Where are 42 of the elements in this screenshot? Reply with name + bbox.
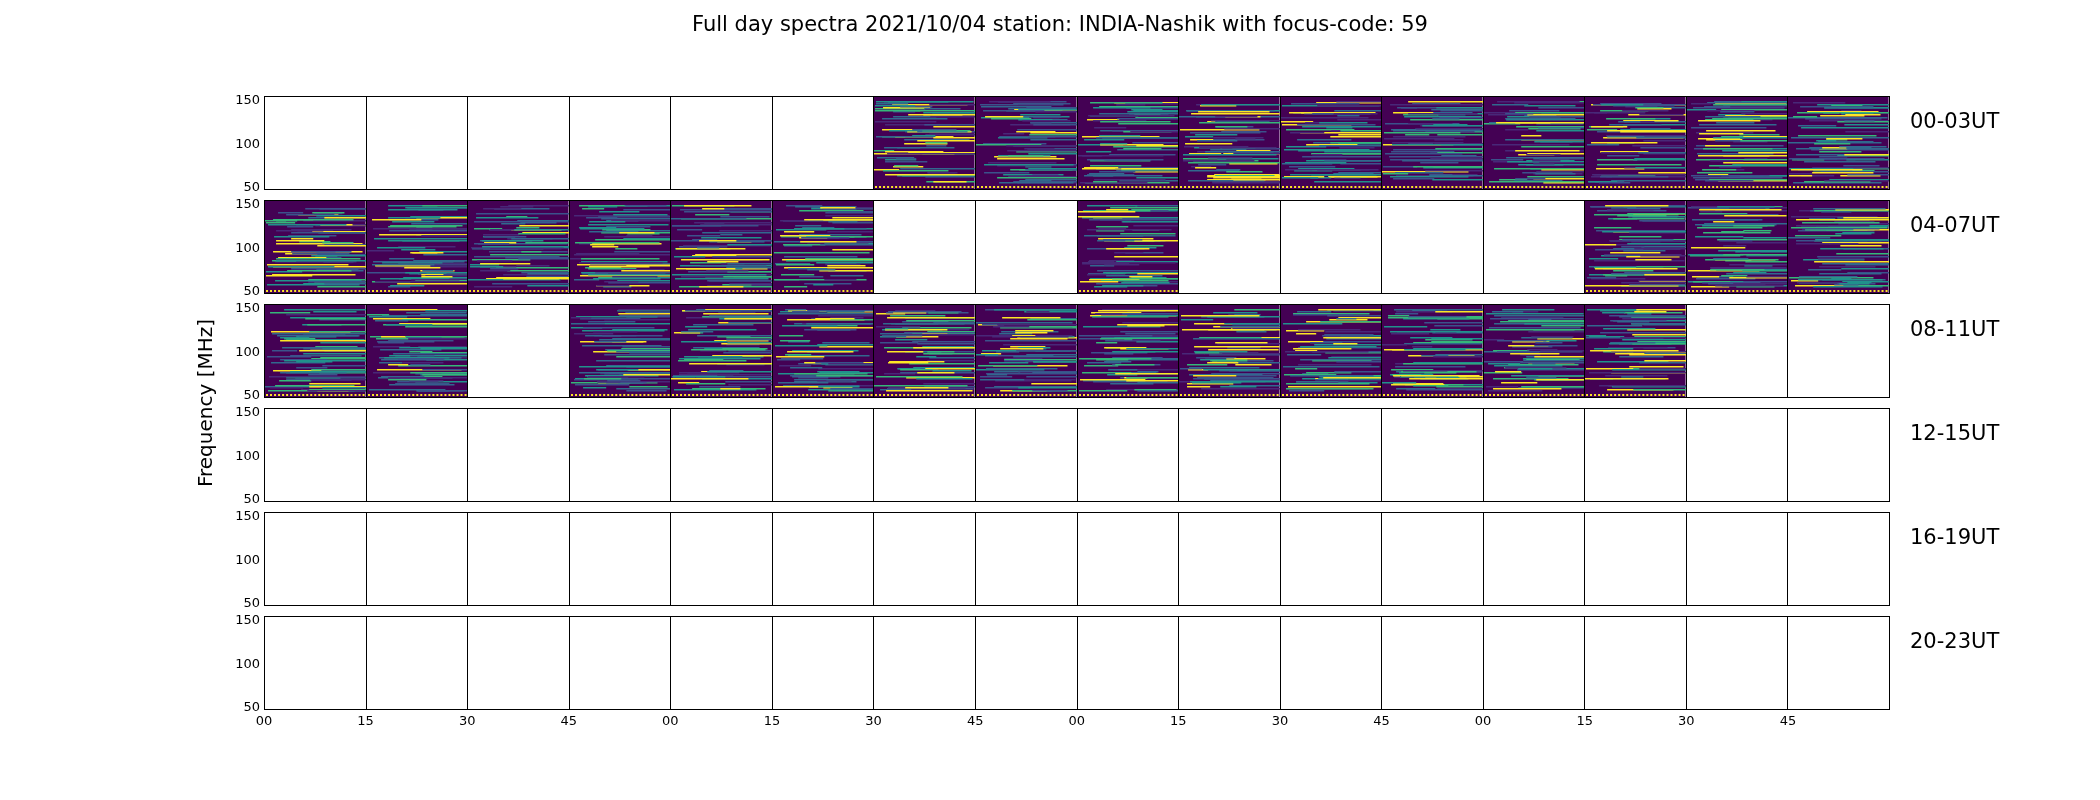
x-tick-label: 00 (1068, 712, 1085, 730)
x-tick-label: 45 (966, 712, 984, 730)
x-tick-label: 00 (662, 712, 679, 730)
y-tick-label: 150 (235, 405, 260, 418)
y-tick-label: 100 (235, 656, 260, 670)
y-tick-label: 50 (243, 388, 260, 401)
x-tick-label: 30 (1678, 712, 1695, 730)
y-tick-label: 150 (235, 197, 260, 210)
row-label: 08-11UT (1910, 317, 2000, 341)
y-tick-label: 100 (235, 552, 260, 566)
y-tick-label: 150 (235, 301, 260, 314)
y-tick-label: 50 (243, 492, 260, 505)
x-tick-label: 30 (1271, 712, 1289, 730)
y-tick-label: 100 (235, 448, 260, 462)
row-label: 04-07UT (1910, 213, 2000, 237)
x-tick-label: 15 (763, 712, 781, 730)
y-tick-label: 100 (235, 240, 260, 254)
x-tick-label: 15 (1576, 712, 1593, 730)
x-tick-label: 30 (865, 712, 882, 730)
y-tick-label: 150 (235, 93, 260, 106)
x-tick-label: 45 (1779, 712, 1797, 730)
x-tick-label: 30 (458, 712, 476, 730)
x-tick-label: 15 (1170, 712, 1187, 730)
x-tick-label: 45 (1373, 712, 1390, 730)
x-tick-label: 00 (1474, 712, 1492, 730)
y-tick-label: 50 (243, 284, 260, 297)
y-tick-label: 100 (235, 136, 260, 150)
y-tick-label: 50 (243, 700, 260, 713)
y-tick-label: 150 (235, 613, 260, 626)
y-tick-label: 150 (235, 509, 260, 522)
x-tick-label: 00 (255, 712, 273, 730)
y-tick-label: 50 (243, 596, 260, 609)
x-tick-label: 45 (560, 712, 578, 730)
x-tick-label: 15 (357, 712, 374, 730)
row-label: 16-19UT (1910, 525, 2000, 549)
y-tick-label: 100 (235, 344, 260, 358)
row-label: 00-03UT (1910, 109, 2000, 133)
y-axis-label: Frequency [MHz] (191, 318, 218, 488)
figure-title: Full day spectra 2021/10/04 station: INDIA-Nashik with focus-code: 59 (692, 11, 1428, 39)
row-label: 12-15UT (1910, 421, 2000, 445)
row-label: 20-23UT (1910, 629, 2000, 653)
y-tick-label: 50 (243, 180, 260, 193)
